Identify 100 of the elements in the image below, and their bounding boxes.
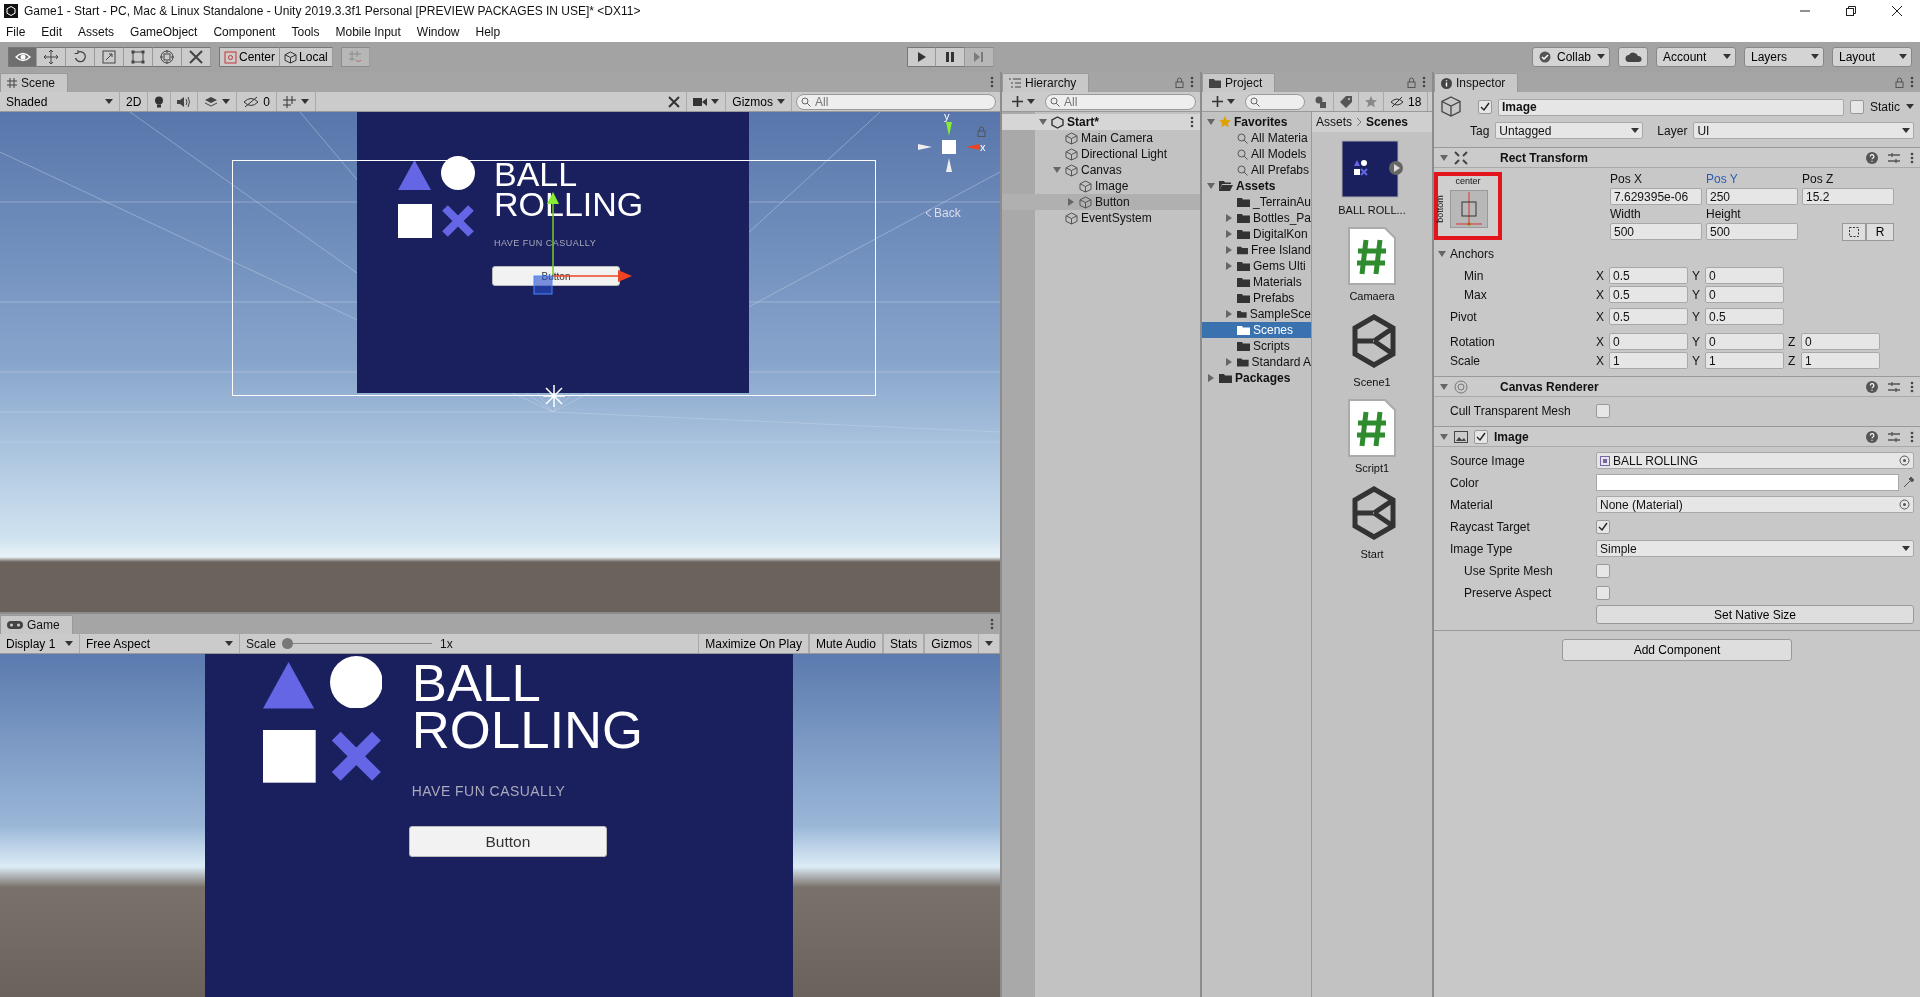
toggle-button[interactable]: Stats bbox=[882, 634, 925, 653]
tree-item[interactable]: Directional Light bbox=[1002, 146, 1200, 162]
hidden-packages-toggle[interactable]: 18 bbox=[1384, 92, 1429, 111]
toggle-button[interactable]: Gizmos bbox=[924, 634, 979, 653]
slider-thumb[interactable] bbox=[282, 638, 294, 649]
search-field[interactable] bbox=[1245, 93, 1305, 110]
number-field[interactable]: 0.5 bbox=[1609, 308, 1688, 325]
tree-item[interactable]: Bottles_Pa bbox=[1202, 210, 1311, 226]
object-picker-icon[interactable] bbox=[1899, 499, 1910, 510]
component-enabled-checkbox[interactable] bbox=[1474, 429, 1488, 444]
account-dropdown[interactable]: Account bbox=[1656, 47, 1736, 67]
tree-item[interactable]: Prefabs bbox=[1202, 290, 1311, 306]
tree-item[interactable]: Free Island bbox=[1202, 242, 1311, 258]
collapsed-arrow-icon[interactable] bbox=[1067, 198, 1075, 206]
hidden-objects-toggle[interactable]: 0 bbox=[237, 92, 278, 111]
panel-tab[interactable]: Game bbox=[0, 615, 73, 634]
number-field[interactable]: 1 bbox=[1705, 352, 1784, 369]
help-icon[interactable] bbox=[1866, 380, 1878, 393]
object-field[interactable]: None (Material) bbox=[1596, 496, 1914, 513]
aspect-dropdown[interactable]: Free Aspect bbox=[80, 634, 240, 653]
number-field[interactable]: 0 bbox=[1705, 333, 1784, 350]
tree-item[interactable]: _TerrainAu bbox=[1202, 194, 1311, 210]
checkbox[interactable] bbox=[1596, 563, 1610, 578]
color-swatch[interactable] bbox=[1596, 474, 1899, 491]
collapsed-arrow-icon[interactable] bbox=[1225, 214, 1233, 222]
scale-tool-button[interactable] bbox=[95, 47, 124, 67]
component-title[interactable]: Rect Transform bbox=[1500, 150, 1589, 165]
collapsed-arrow-icon[interactable] bbox=[1225, 358, 1233, 366]
menu-item[interactable]: Component bbox=[213, 25, 276, 39]
expanded-arrow-icon[interactable] bbox=[1440, 432, 1448, 441]
raw-edit-button[interactable]: R bbox=[1866, 223, 1894, 241]
number-field[interactable]: 500 bbox=[1610, 223, 1702, 240]
number-field[interactable]: 0 bbox=[1705, 267, 1784, 284]
number-field[interactable]: 0 bbox=[1609, 333, 1688, 350]
menu-item[interactable]: Edit bbox=[41, 25, 63, 39]
pivot-space-button[interactable]: Local bbox=[280, 47, 333, 67]
menu-item[interactable]: GameObject bbox=[130, 25, 198, 39]
toggle-button[interactable]: Mute Audio bbox=[808, 634, 883, 653]
panel-tab[interactable]: Project bbox=[1202, 73, 1276, 92]
expanded-arrow-icon[interactable] bbox=[1053, 166, 1061, 174]
tree-item[interactable]: All Materia bbox=[1202, 130, 1311, 146]
sliders-icon[interactable] bbox=[1888, 151, 1900, 164]
menu-item[interactable]: Window bbox=[416, 25, 460, 39]
menu-item[interactable]: File bbox=[6, 25, 26, 39]
number-field[interactable]: 0.5 bbox=[1609, 267, 1688, 284]
tree-item[interactable]: Canvas bbox=[1002, 162, 1200, 178]
rect-tool-button[interactable] bbox=[124, 47, 153, 67]
tree-item[interactable]: Packages bbox=[1202, 370, 1311, 386]
layout-dropdown[interactable]: Layout bbox=[1832, 47, 1912, 67]
tree-item[interactable]: Scenes bbox=[1202, 322, 1311, 338]
blueprint-mode-button[interactable] bbox=[1842, 223, 1866, 241]
tree-item[interactable]: All Prefabs bbox=[1202, 162, 1311, 178]
breadcrumb-link[interactable]: Scenes bbox=[1366, 115, 1409, 129]
draw-mode-dropdown[interactable]: Shaded bbox=[0, 92, 120, 111]
collab-dropdown[interactable]: Collab bbox=[1531, 47, 1610, 67]
tree-item[interactable]: Main Camera bbox=[1002, 130, 1200, 146]
tree-item[interactable]: Assets bbox=[1202, 178, 1311, 194]
rotate-tool-button[interactable] bbox=[66, 47, 95, 67]
number-field[interactable]: 0.5 bbox=[1705, 308, 1784, 325]
number-field[interactable]: 15.2 bbox=[1802, 188, 1894, 205]
tree-item[interactable]: Materials bbox=[1202, 274, 1311, 290]
search-field[interactable]: All bbox=[796, 93, 996, 110]
toggle-button[interactable]: Maximize On Play bbox=[698, 634, 809, 653]
expanded-arrow-icon[interactable] bbox=[1207, 182, 1215, 190]
image-type-dropdown[interactable]: Simple bbox=[1596, 540, 1914, 557]
object-field[interactable]: BALL ROLLING bbox=[1596, 452, 1914, 469]
set-native-size-button[interactable]: Set Native Size bbox=[1596, 605, 1914, 624]
asset-name[interactable]: Camaera bbox=[1349, 290, 1395, 302]
collapsed-arrow-icon[interactable] bbox=[1225, 310, 1233, 318]
collapsed-arrow-icon[interactable] bbox=[1225, 246, 1233, 254]
object-picker-icon[interactable] bbox=[1899, 455, 1910, 466]
number-field[interactable]: 1 bbox=[1609, 352, 1688, 369]
pause-button[interactable] bbox=[936, 47, 966, 67]
static-dropdown[interactable]: Static bbox=[1870, 100, 1900, 114]
game-button[interactable]: Button bbox=[408, 826, 608, 858]
tree-item[interactable]: DigitalKon bbox=[1202, 226, 1311, 242]
help-icon[interactable] bbox=[1866, 151, 1878, 164]
asset-name[interactable]: Scene1 bbox=[1353, 376, 1391, 388]
collapsed-arrow-icon[interactable] bbox=[1225, 230, 1233, 238]
gizmos-dropdown[interactable]: Gizmos bbox=[726, 92, 792, 111]
tree-item[interactable]: Scripts bbox=[1202, 338, 1311, 354]
layer-dropdown[interactable]: UI bbox=[1693, 122, 1914, 139]
panel-tab[interactable]: Inspector bbox=[1434, 73, 1519, 92]
move-tool-button[interactable] bbox=[37, 47, 66, 67]
add-component-button[interactable]: Add Component bbox=[1562, 639, 1792, 661]
object-name-field[interactable]: Image bbox=[1498, 98, 1844, 116]
tree-item[interactable]: Start* bbox=[1002, 114, 1200, 130]
tree-item[interactable]: EventSystem bbox=[1002, 210, 1200, 226]
number-field[interactable]: 0 bbox=[1801, 333, 1880, 350]
pivot-mode-button[interactable]: Center bbox=[219, 47, 281, 67]
scale-slider[interactable] bbox=[282, 638, 433, 649]
collapsed-arrow-icon[interactable] bbox=[1207, 374, 1215, 382]
tree-item[interactable]: All Models bbox=[1202, 146, 1311, 162]
panel-tab[interactable]: Hierarchy bbox=[1002, 73, 1090, 92]
tree-item[interactable]: Image bbox=[1002, 178, 1200, 194]
component-title[interactable]: Image bbox=[1494, 429, 1529, 444]
expanded-arrow-icon[interactable] bbox=[1438, 249, 1446, 258]
number-field[interactable]: 0.5 bbox=[1609, 286, 1688, 303]
checkbox[interactable] bbox=[1596, 403, 1610, 418]
panel-tab[interactable]: Scene bbox=[0, 73, 69, 92]
